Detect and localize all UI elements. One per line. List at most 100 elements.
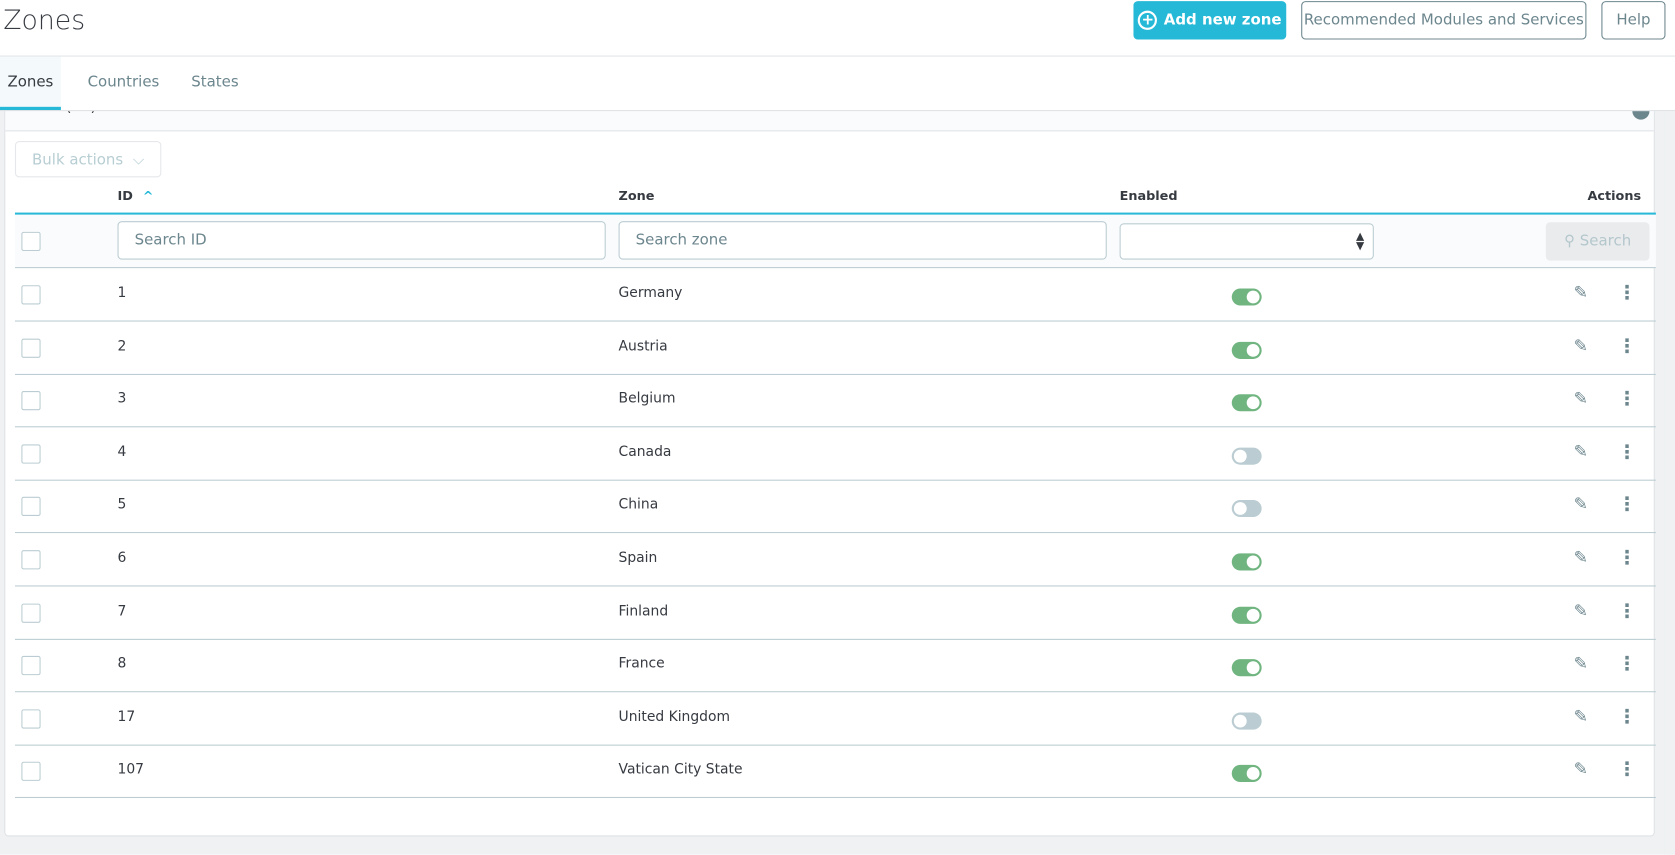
more-actions-icon[interactable]: ⋮ [1617, 282, 1636, 304]
enabled-toggle[interactable] [1231, 394, 1262, 412]
table-row: 107 Vatican City State ✎ ⋮ [14, 745, 1656, 799]
enabled-toggle[interactable] [1231, 341, 1262, 359]
scrollbar[interactable] [1664, 56, 1675, 855]
zone-id: 107 [117, 762, 145, 779]
row-checkbox[interactable] [21, 391, 41, 411]
column-header-actions: Actions [1587, 188, 1642, 203]
help-button[interactable]: Help [1601, 1, 1666, 40]
more-actions-icon[interactable]: ⋮ [1617, 706, 1636, 728]
zone-name: France [618, 656, 665, 673]
filter-row: ▲▼ ⚲ Search [14, 214, 1656, 269]
tab-bar: Zones Countries States [0, 56, 1675, 112]
tab-states[interactable]: States [191, 57, 238, 110]
edit-pencil-icon[interactable]: ✎ [1574, 653, 1588, 673]
zone-id: 7 [117, 603, 127, 620]
tab-zones[interactable]: Zones [0, 56, 61, 111]
more-actions-icon[interactable]: ⋮ [1617, 388, 1636, 410]
recommended-modules-button[interactable]: Recommended Modules and Services [1301, 1, 1587, 40]
edit-pencil-icon[interactable]: ✎ [1574, 282, 1588, 302]
enabled-toggle[interactable] [1231, 765, 1262, 783]
edit-pencil-icon[interactable]: ✎ [1574, 441, 1588, 461]
toggle-knob [1233, 449, 1247, 463]
edit-pencil-icon[interactable]: ✎ [1574, 388, 1588, 408]
column-header-id[interactable]: ID ^ [118, 188, 154, 203]
search-icon: ⚲ [1564, 232, 1576, 250]
row-checkbox[interactable] [21, 285, 41, 305]
zone-id: 5 [117, 497, 127, 514]
zone-name: China [618, 497, 659, 514]
more-actions-icon[interactable]: ⋮ [1617, 547, 1636, 569]
edit-pencil-icon[interactable]: ✎ [1574, 706, 1588, 726]
select-all-checkbox[interactable] [21, 231, 41, 252]
tab-countries[interactable]: Countries [88, 57, 160, 110]
row-checkbox[interactable] [21, 497, 41, 517]
zone-id: 17 [117, 709, 136, 726]
zone-name: Spain [618, 550, 658, 567]
enabled-filter-select[interactable]: ▲ ▼ [1119, 223, 1374, 260]
enabled-toggle[interactable] [1231, 288, 1262, 306]
row-checkbox[interactable] [21, 338, 41, 358]
enabled-toggle[interactable] [1231, 447, 1262, 465]
page-header: Zones + Add new zone Recommended Modules… [0, 0, 1675, 57]
table-row: 7 Finland ✎ ⋮ [14, 586, 1656, 640]
row-checkbox[interactable] [21, 762, 41, 782]
table-row: 17 United Kingdom ✎ ⋮ [14, 692, 1656, 746]
zone-name: Austria [618, 338, 668, 355]
zone-id: 3 [117, 391, 127, 408]
zone-name: United Kingdom [618, 709, 731, 726]
zone-name: Germany [618, 285, 683, 302]
zone-id: 4 [117, 444, 127, 461]
enabled-toggle[interactable] [1231, 553, 1262, 571]
add-new-zone-label: Add new zone [1163, 11, 1282, 29]
select-arrows-icon: ▲ ▼ [1355, 230, 1365, 253]
search-zone-input[interactable] [618, 221, 1107, 260]
enabled-toggle[interactable] [1231, 500, 1262, 518]
enabled-toggle[interactable] [1231, 659, 1262, 677]
zone-id: 6 [117, 550, 127, 567]
column-header-enabled[interactable]: Enabled [1120, 188, 1178, 203]
bulk-actions-label: Bulk actions [32, 151, 124, 169]
toggle-knob [1246, 767, 1260, 781]
toggle-knob [1246, 343, 1260, 357]
edit-pencil-icon[interactable]: ✎ [1574, 335, 1588, 355]
row-checkbox[interactable] [21, 656, 41, 676]
zone-name: Finland [618, 603, 669, 620]
table-row: 1 Germany ✎ ⋮ [14, 268, 1656, 322]
bulk-actions-dropdown[interactable]: Bulk actions ⌵ [14, 141, 162, 178]
search-id-input[interactable] [117, 221, 606, 260]
toggle-knob [1246, 555, 1260, 569]
column-header-zone[interactable]: Zone [619, 188, 655, 203]
enabled-toggle[interactable] [1231, 712, 1262, 730]
zone-name: Canada [618, 444, 672, 461]
more-actions-icon[interactable]: ⋮ [1617, 494, 1636, 516]
enabled-toggle[interactable] [1231, 606, 1262, 624]
chevron-down-icon: ⌵ [132, 151, 145, 169]
add-new-zone-button[interactable]: + Add new zone [1133, 1, 1287, 40]
more-actions-icon[interactable]: ⋮ [1617, 759, 1636, 781]
more-actions-icon[interactable]: ⋮ [1617, 653, 1636, 675]
more-actions-icon[interactable]: ⋮ [1617, 441, 1636, 463]
edit-pencil-icon[interactable]: ✎ [1574, 759, 1588, 779]
table-row: 2 Austria ✎ ⋮ [14, 321, 1656, 375]
search-button-label: Search [1579, 232, 1632, 250]
toggle-knob [1246, 661, 1260, 675]
plus-circle-icon: + [1138, 10, 1158, 30]
page-title: Zones [3, 4, 86, 36]
row-checkbox[interactable] [21, 444, 41, 464]
table-row: 6 Spain ✎ ⋮ [14, 533, 1656, 587]
zone-name: Vatican City State [618, 762, 743, 779]
table-row: 4 Canada ✎ ⋮ [14, 427, 1656, 481]
row-checkbox[interactable] [21, 550, 41, 570]
more-actions-icon[interactable]: ⋮ [1617, 335, 1636, 357]
edit-pencil-icon[interactable]: ✎ [1574, 600, 1588, 620]
more-actions-icon[interactable]: ⋮ [1617, 600, 1636, 622]
search-button[interactable]: ⚲ Search [1545, 222, 1650, 261]
edit-pencil-icon[interactable]: ✎ [1574, 494, 1588, 514]
row-checkbox[interactable] [21, 709, 41, 729]
row-checkbox[interactable] [21, 603, 41, 623]
edit-pencil-icon[interactable]: ✎ [1574, 547, 1588, 567]
toggle-knob [1246, 608, 1260, 622]
table-row: 3 Belgium ✎ ⋮ [14, 374, 1656, 428]
zones-card: Zones (10) Bulk actions ⌵ ID ^ Zone Enab… [4, 90, 1656, 837]
toggle-knob [1233, 502, 1247, 516]
